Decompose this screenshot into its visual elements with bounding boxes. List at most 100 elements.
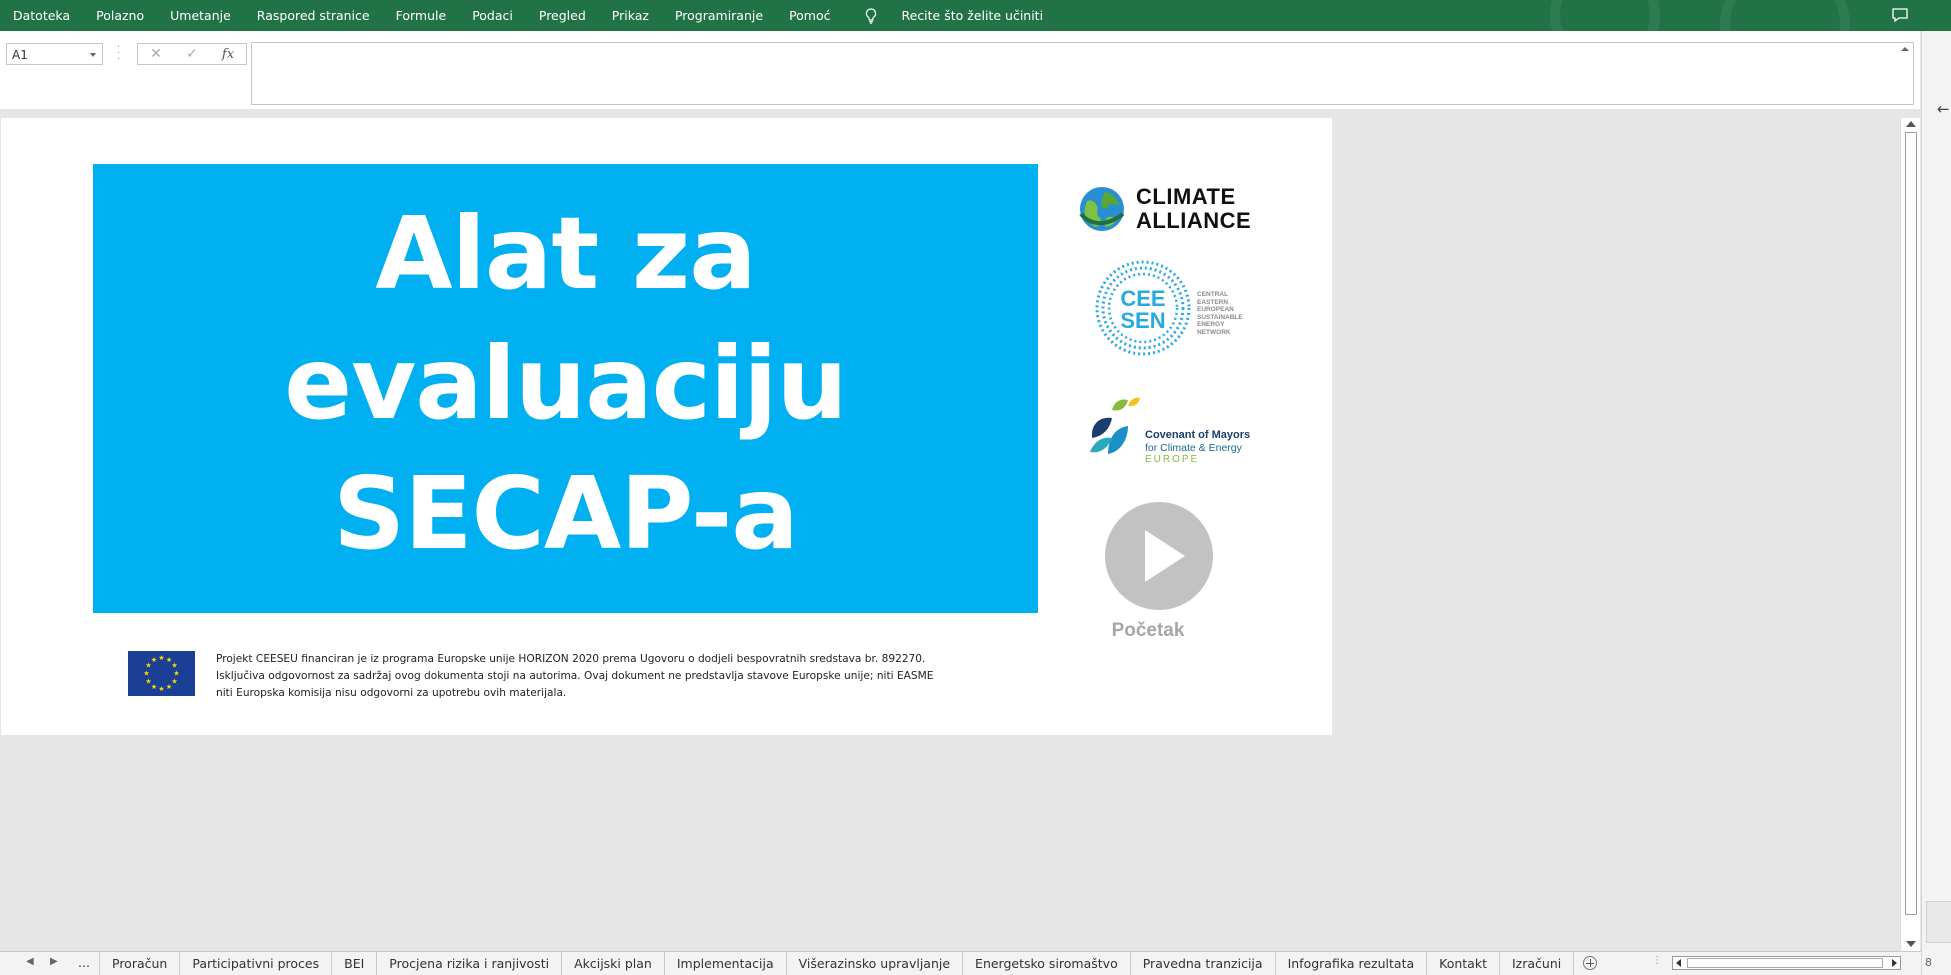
svg-text:★: ★ (145, 678, 151, 686)
menu-prikaz[interactable]: Prikaz (599, 8, 662, 23)
comment-icon[interactable] (1891, 6, 1909, 24)
arrow-left-icon[interactable]: ← (1937, 100, 1950, 118)
scroll-down-icon[interactable] (1906, 941, 1916, 947)
eu-stars-icon: ★ ★★ ★★★ ★★★ ★★★ (143, 654, 179, 693)
tab-scroll-left-icon[interactable]: ◀ (26, 956, 34, 967)
formula-input[interactable] (251, 42, 1914, 105)
chevron-down-icon[interactable] (90, 53, 96, 57)
tab-scroll-right-icon[interactable]: ▶ (50, 956, 58, 967)
confirm-icon[interactable]: ✓ (174, 46, 210, 62)
title-line-2: SECAP-a (333, 454, 799, 572)
ceesen-mark-sen: SEN (1120, 308, 1165, 333)
menu-pregled[interactable]: Pregled (526, 8, 599, 23)
svg-text:★: ★ (171, 662, 177, 670)
svg-text:★: ★ (173, 670, 179, 678)
tab-overflow[interactable]: ... (78, 955, 90, 970)
lightbulb-icon (865, 7, 876, 24)
logo-text-line: EASTERN (1197, 298, 1229, 306)
tell-me-text: Recite što želite učiniti (901, 8, 1044, 23)
grip-dots-icon: ⋮ (1652, 955, 1662, 966)
tab-viserazinsko-upravljanje[interactable]: Višerazinsko upravljanje (785, 952, 962, 975)
svg-text:★: ★ (151, 683, 157, 691)
menu-podaci[interactable]: Podaci (459, 8, 526, 23)
vertical-scrollbar[interactable] (1900, 118, 1920, 951)
add-sheet-icon[interactable] (1583, 956, 1597, 970)
logo-text-line: NETWORK (1197, 328, 1231, 336)
grip-dots-icon: · · · (117, 42, 121, 65)
svg-text:★: ★ (143, 670, 149, 678)
cancel-icon[interactable]: ✕ (138, 46, 174, 62)
tab-procjena-rizika[interactable]: Procjena rizika i ranjivosti (376, 952, 561, 975)
scroll-left-icon[interactable] (1676, 959, 1681, 967)
disclaimer-line: niti Europska komisija nisu odgovorni za… (216, 687, 567, 699)
globe-icon (1079, 187, 1125, 231)
ceesen-logo: CEE SEN CENTRAL EASTERN EUROPEAN SUSTAIN… (1091, 258, 1256, 358)
disclaimer-line: Projekt CEESEU financiran je iz programa… (216, 653, 926, 665)
tab-kontakt[interactable]: Kontakt (1426, 952, 1499, 975)
tab-izracuni[interactable]: Izračuni (1499, 952, 1575, 975)
covenant-text-3: EUROPE (1145, 454, 1200, 465)
tab-infografika-rezultata[interactable]: Infografika rezultata (1274, 952, 1427, 975)
tab-proracun[interactable]: Proračun (99, 952, 179, 975)
menu-formule[interactable]: Formule (383, 8, 460, 23)
title-banner: Alat za evaluaciju SECAP-a (93, 164, 1038, 613)
logo-text-line: ALLIANCE (1136, 208, 1252, 233)
insert-function-icon[interactable]: fx (210, 47, 246, 62)
start-label[interactable]: Početak (1071, 620, 1225, 642)
worksheet-area: Alat za evaluaciju SECAP-a CLIMATE ALLIA… (0, 118, 1900, 951)
name-box[interactable]: A1 (6, 43, 103, 65)
pane-scroll-handle[interactable] (1926, 901, 1951, 943)
sheet-tab-bar: ◀ ▶ ... Proračun Participativni proces B… (0, 951, 1932, 975)
menu-list: Datoteka Polazno Umetanje Raspored stran… (0, 0, 1069, 31)
cover-page: Alat za evaluaciju SECAP-a CLIMATE ALLIA… (1, 118, 1332, 735)
menu-pomoc[interactable]: Pomoć (776, 8, 843, 23)
horizontal-scrollbar[interactable] (1672, 956, 1901, 970)
name-box-value: A1 (12, 48, 28, 62)
menu-umetanje[interactable]: Umetanje (157, 8, 244, 23)
scroll-right-icon[interactable] (1892, 959, 1897, 967)
play-button[interactable] (1105, 502, 1213, 610)
svg-text:★: ★ (166, 683, 172, 691)
tell-me-search[interactable]: Recite što želite učiniti (852, 7, 1070, 24)
leaf-icon (1090, 397, 1140, 454)
menu-datoteka[interactable]: Datoteka (0, 8, 83, 23)
tab-participativni-proces[interactable]: Participativni proces (179, 952, 331, 975)
logo-text-line: CENTRAL (1197, 291, 1229, 298)
climate-alliance-logo: CLIMATE ALLIANCE (1078, 184, 1253, 234)
formula-buttons: ✕ ✓ fx (137, 43, 247, 65)
svg-text:★: ★ (158, 685, 164, 693)
tab-bei[interactable]: BEI (331, 952, 376, 975)
scroll-up-icon[interactable] (1906, 121, 1916, 127)
funding-disclaimer: Projekt CEESEU financiran je iz programa… (216, 651, 976, 702)
ceesen-text: CENTRAL EASTERN EUROPEAN SUSTAINABLE ENE… (1197, 291, 1243, 336)
menu-polazno[interactable]: Polazno (83, 8, 157, 23)
horizontal-scroll-thumb[interactable] (1687, 958, 1883, 968)
formula-bar: A1 · · · ✕ ✓ fx (0, 31, 1920, 109)
title-line-1: Alat za evaluaciju (284, 194, 847, 442)
svg-text:★: ★ (151, 656, 157, 664)
logo-text-line: CLIMATE (1136, 184, 1236, 209)
tab-implementacija[interactable]: Implementacija (663, 952, 786, 975)
covenant-text-1: Covenant of Mayors (1145, 429, 1251, 441)
tab-akcijski-plan[interactable]: Akcijski plan (561, 952, 664, 975)
ribbon-decoration (1550, 0, 1660, 31)
collapse-formula-icon[interactable] (1901, 47, 1909, 51)
menu-raspored-stranice[interactable]: Raspored stranice (244, 8, 383, 23)
sheet-tabs: Proračun Participativni proces BEI Procj… (99, 952, 1575, 975)
tab-energetsko-siromastvo[interactable]: Energetsko siromaštvo (962, 952, 1130, 975)
climate-alliance-text: CLIMATE ALLIANCE (1136, 185, 1251, 233)
svg-text:★: ★ (158, 654, 164, 662)
zoom-level: 8 (1925, 956, 1932, 969)
logo-text-line: SUSTAINABLE (1197, 313, 1243, 321)
scroll-thumb[interactable] (1905, 132, 1917, 915)
covenant-of-mayors-logo: Covenant of Mayors for Climate & Energy … (1088, 394, 1251, 469)
logo-text-line: ENERGY (1197, 321, 1225, 328)
logo-text-line: EUROPEAN (1197, 306, 1234, 313)
disclaimer-line: Isključiva odgovornost za sadržaj ovog d… (216, 670, 934, 682)
ribbon-menu-bar: Datoteka Polazno Umetanje Raspored stran… (0, 0, 1951, 31)
tab-pravedna-tranzicija[interactable]: Pravedna tranzicija (1129, 952, 1275, 975)
play-icon (1145, 530, 1185, 582)
menu-programiranje[interactable]: Programiranje (662, 8, 776, 23)
side-pane-edge: ← (1921, 31, 1951, 975)
eu-flag-icon: ★ ★ ★ ★ ★ ★ ★ ★ ★ ★ ★ ★ (128, 651, 195, 696)
